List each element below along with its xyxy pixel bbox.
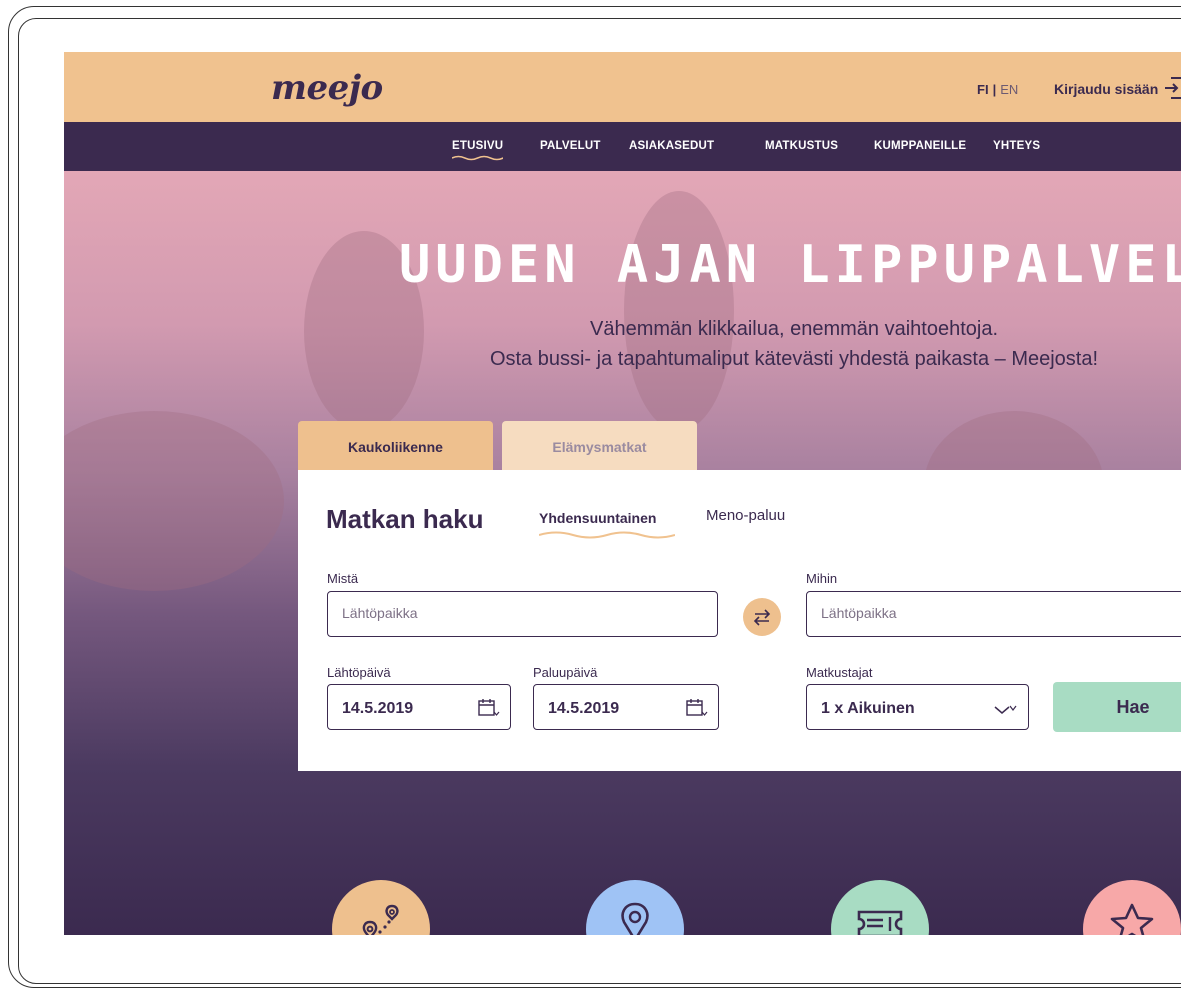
location-pin-icon: [621, 902, 649, 935]
hero-background-figure: [64, 411, 284, 591]
language-switcher: FI | EN: [977, 82, 1018, 97]
trip-type-one-way[interactable]: Yhdensuuntainen: [539, 510, 656, 526]
feature-route-circle[interactable]: [332, 880, 430, 935]
feature-ticket-circle[interactable]: [831, 880, 929, 935]
lang-fi-link[interactable]: FI: [977, 82, 989, 97]
nav-active-wave-icon: [452, 155, 504, 161]
nav-item-kumppaneille[interactable]: KUMPPANEILLE: [874, 140, 966, 152]
return-date-value: 14.5.2019: [548, 700, 620, 717]
travelers-select[interactable]: 1 x Aikuinen: [806, 684, 1029, 730]
to-field[interactable]: [806, 591, 1181, 637]
depart-date-field[interactable]: 14.5.2019: [327, 684, 511, 730]
lang-en-link[interactable]: EN: [1000, 82, 1018, 97]
route-pins-icon: [362, 904, 399, 935]
nav-item-label: ETUSIVU: [452, 140, 504, 152]
calendar-icon[interactable]: [478, 697, 500, 719]
trip-search-card: Matkan haku Yhdensuuntainen Meno-paluu M…: [298, 470, 1181, 771]
depart-date-value: 14.5.2019: [342, 700, 414, 717]
login-icon[interactable]: [1165, 76, 1181, 100]
nav-item-palvelut[interactable]: PALVELUT: [540, 140, 601, 152]
nav-item-asiakasedut[interactable]: ASIAKASEDUT: [629, 140, 714, 152]
top-header: meejo FI | EN Kirjaudu sisään: [64, 52, 1181, 122]
from-label: Mistä: [327, 571, 359, 586]
swap-arrows-icon: [753, 609, 771, 626]
tab-kaukoliikenne[interactable]: Kaukoliikenne: [298, 421, 493, 470]
browser-viewport: meejo FI | EN Kirjaudu sisään ETUSIVU PALV…: [64, 52, 1181, 935]
depart-date-label: Lähtöpäivä: [327, 665, 391, 680]
ticket-icon: [857, 910, 903, 935]
search-title: Matkan haku: [326, 504, 484, 534]
return-date-field[interactable]: 14.5.2019: [533, 684, 719, 730]
chevron-down-icon: [994, 705, 1017, 714]
return-date-label: Paluupäivä: [533, 665, 598, 680]
trip-type-active-wave-icon: [539, 531, 675, 539]
nav-item-etusivu[interactable]: ETUSIVU: [452, 140, 504, 161]
to-label: Mihin: [806, 571, 838, 586]
login-link[interactable]: Kirjaudu sisään: [1054, 81, 1158, 97]
search-submit-button[interactable]: Hae: [1053, 682, 1181, 732]
feature-location-circle[interactable]: [586, 880, 684, 935]
hero-title: UUDEN AJAN LIPPUPALVELU: [399, 235, 1181, 295]
hero-subtitle: Vähemmän klikkailua, enemmän vaihtoehtoj…: [404, 314, 1181, 374]
hero-subtitle-line: Osta bussi- ja tapahtumaliput kätevästi …: [489, 348, 1099, 370]
nav-item-matkustus[interactable]: MATKUSTUS: [765, 140, 838, 152]
tab-elamysmatkat[interactable]: Elämysmatkat: [502, 421, 697, 470]
nav-item-yhteys[interactable]: YHTEYS: [993, 140, 1040, 152]
from-field[interactable]: [327, 591, 718, 637]
from-input[interactable]: [342, 605, 654, 621]
hero-section: UUDEN AJAN LIPPUPALVELU Vähemmän klikkai…: [64, 171, 1181, 935]
trip-type-return[interactable]: Meno-paluu: [706, 507, 785, 524]
lang-separator: |: [992, 82, 997, 97]
travelers-label: Matkustajat: [806, 665, 873, 680]
hero-subtitle-line: Vähemmän klikkailua, enemmän vaihtoehtoj…: [590, 318, 998, 340]
hero-background-figure: [624, 191, 734, 431]
brand-logo[interactable]: meejo: [271, 68, 383, 108]
star-icon: [1110, 903, 1154, 935]
main-nav: ETUSIVU PALVELUT ASIAKASEDUT MATKUSTUS K…: [64, 122, 1181, 171]
to-input[interactable]: [821, 605, 1140, 621]
travelers-value: 1 x Aikuinen: [821, 700, 915, 717]
feature-star-circle[interactable]: [1083, 880, 1181, 935]
swap-button[interactable]: [743, 598, 781, 636]
calendar-icon[interactable]: [686, 697, 708, 719]
